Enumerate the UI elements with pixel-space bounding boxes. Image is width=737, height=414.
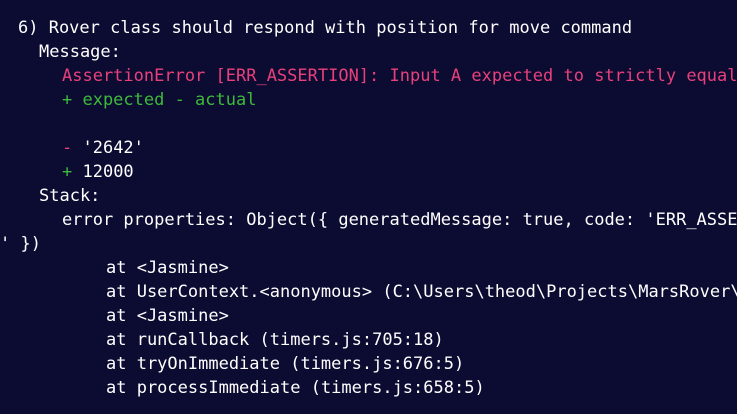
stack-frame: at UserContext.<anonymous> (C:\Users\the… xyxy=(106,282,737,302)
stack-label: Stack: xyxy=(39,186,101,206)
terminal-window[interactable]: 6) Rover class should respond with posit… xyxy=(0,0,737,414)
error-properties-line: error properties: Object({ generatedMess… xyxy=(62,210,737,230)
test-failure-title: 6) Rover class should respond with posit… xyxy=(18,18,633,38)
diff-actual-line: - '2642' xyxy=(0,136,737,160)
diff-expected-line: + 12000 xyxy=(0,160,737,184)
error-properties-tail: ' }) xyxy=(0,234,41,254)
stack-frame: at runCallback (timers.js:705:18) xyxy=(106,330,444,350)
stack-frame: at tryOnImmediate (timers.js:676:5) xyxy=(106,354,465,374)
diff-plus-marker: + xyxy=(62,162,83,182)
diff-legend: + expected - actual xyxy=(62,90,257,110)
diff-minus-marker: - xyxy=(62,138,83,158)
diff-actual-value: '2642' xyxy=(82,138,144,158)
diff-expected-value: 12000 xyxy=(82,162,134,182)
message-label: Message: xyxy=(39,42,121,62)
stack-frame: at <Jasmine> xyxy=(106,258,229,278)
stack-frame: at processImmediate (timers.js:658:5) xyxy=(106,378,485,398)
assertion-error-text: AssertionError [ERR_ASSERTION]: Input A … xyxy=(62,66,737,86)
stack-frame: at <Jasmine> xyxy=(106,306,229,326)
